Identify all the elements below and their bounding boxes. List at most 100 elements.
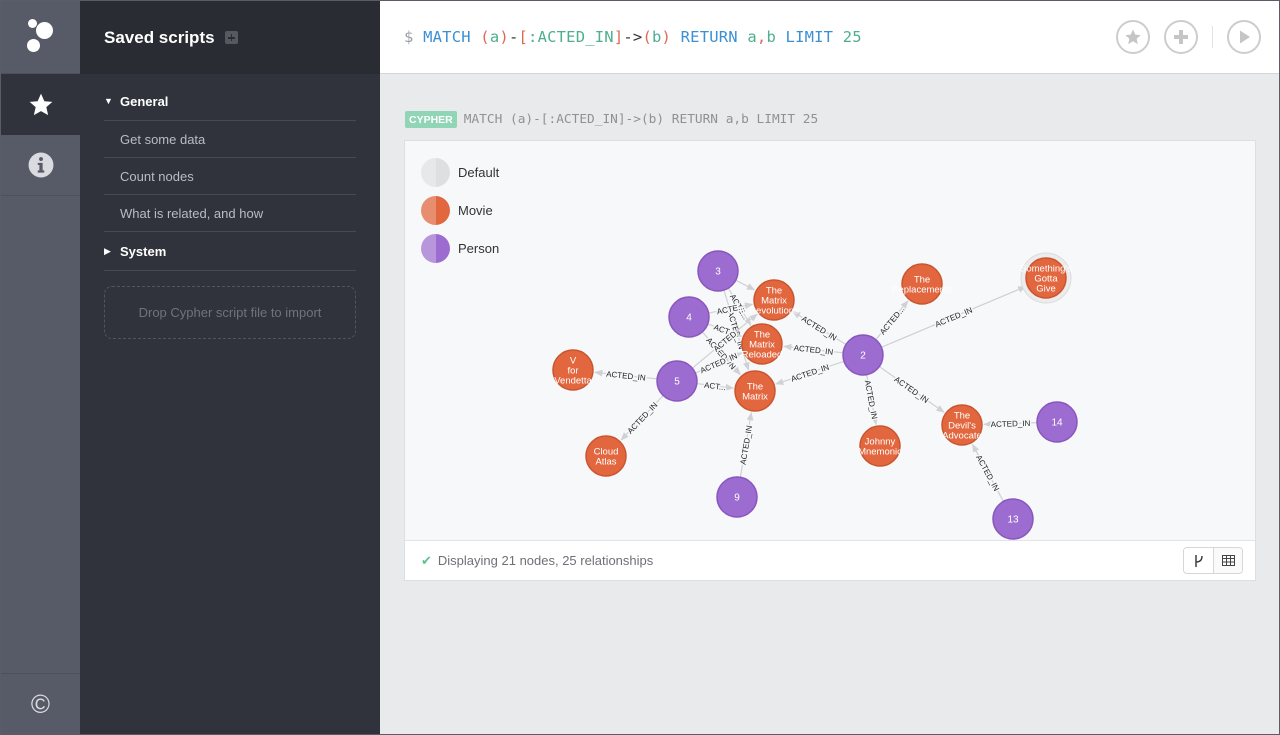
editor-query-text: MATCH (a)-[:ACTED_IN]->(b) RETURN a,b LI… bbox=[423, 28, 862, 46]
query-token: [ bbox=[518, 28, 529, 46]
relationship-label: ACTED_IN bbox=[934, 305, 974, 329]
saved-script-item[interactable]: Count nodes bbox=[104, 158, 356, 195]
node-caption: 5 bbox=[674, 377, 680, 388]
relationship-label: ACT... bbox=[704, 381, 727, 393]
legend-item-person[interactable]: Person bbox=[421, 233, 499, 263]
node-caption: 2 bbox=[860, 351, 866, 362]
node-caption: Matrix bbox=[742, 392, 768, 403]
movie-node[interactable]: VforVendetta bbox=[552, 349, 594, 391]
movie-node[interactable]: TheReplacements bbox=[892, 263, 953, 305]
node-caption: 14 bbox=[1051, 418, 1063, 429]
add-folder-icon[interactable] bbox=[224, 31, 238, 44]
movie-node[interactable]: JohnnyMnemonic bbox=[858, 425, 902, 467]
movie-node[interactable]: TheDevil'sAdvocate bbox=[941, 404, 983, 446]
person-node[interactable]: 4 bbox=[668, 296, 710, 338]
relationship-label: ACTED_IN bbox=[626, 400, 660, 435]
node-caption: 4 bbox=[686, 313, 692, 324]
saved-script-item[interactable]: Get some data bbox=[104, 121, 356, 158]
saved-scripts-drawer: Saved scripts ▼ General Get some data Count… bbox=[80, 1, 380, 734]
movie-node[interactable]: TheMatrixRevolutions bbox=[749, 279, 799, 321]
query-token: b bbox=[652, 28, 662, 46]
check-icon: ✔ bbox=[421, 552, 432, 568]
node-caption: Atlas bbox=[595, 457, 616, 468]
info-icon bbox=[28, 152, 53, 178]
drawer-header: Saved scripts bbox=[80, 1, 380, 74]
query-token: ) bbox=[661, 28, 672, 46]
query-token: -> bbox=[623, 28, 643, 46]
status-text: Displaying 21 nodes, 25 relationships bbox=[437, 553, 654, 568]
favorite-button[interactable] bbox=[1116, 20, 1150, 54]
status-bar: ✔ Displaying 21 nodes, 25 relationships bbox=[405, 541, 1255, 580]
query-editor-bar: $ MATCH (a)-[:ACTED_IN]->(b) RETURN a,b … bbox=[380, 1, 1279, 74]
person-node[interactable]: 14 bbox=[1036, 401, 1078, 443]
relationship-edge[interactable] bbox=[735, 279, 756, 291]
node-caption: Replacements bbox=[892, 285, 953, 296]
folder-system: ▶ System bbox=[104, 232, 356, 271]
query-token: 25 bbox=[842, 28, 862, 46]
node-caption: 3 bbox=[715, 267, 721, 278]
query-token: RETURN bbox=[671, 28, 748, 46]
graph-view-icon bbox=[1194, 554, 1203, 567]
legend-item-default[interactable]: Default bbox=[421, 157, 499, 187]
node-caption: Mnemonic bbox=[858, 447, 902, 458]
query-token: a bbox=[489, 28, 500, 46]
query-token: MATCH bbox=[423, 28, 481, 46]
relationship-label: ACTED_IN bbox=[790, 363, 831, 384]
query-token: ( bbox=[642, 28, 652, 46]
neo4j-logo-icon[interactable] bbox=[1, 1, 80, 74]
star-icon bbox=[29, 93, 52, 115]
node-caption: Revolutions bbox=[749, 306, 799, 317]
node-caption: Vendetta bbox=[554, 376, 592, 387]
star-icon bbox=[1125, 29, 1141, 45]
movie-node[interactable]: Something'sGottaGive bbox=[1020, 252, 1072, 304]
query-token: ( bbox=[480, 28, 490, 46]
node-caption: Give bbox=[1036, 284, 1056, 295]
editor-prompt: $ bbox=[404, 28, 414, 46]
frame-title[interactable]: CYPHER MATCH (a)-[:ACTED_IN]->(b) RETURN… bbox=[405, 111, 818, 128]
legend-item-movie[interactable]: Movie bbox=[421, 195, 499, 225]
relationship-label: ACTED_IN bbox=[974, 454, 1001, 493]
sidebar-item-favorites[interactable] bbox=[1, 74, 80, 135]
person-node[interactable]: 13 bbox=[992, 498, 1034, 540]
graph-canvas[interactable]: ACTE...ACTED_INACTE...ACT...ACTED_INACTE… bbox=[405, 141, 1255, 541]
query-token: :ACTED_IN bbox=[528, 28, 614, 46]
legend-swatch bbox=[421, 233, 450, 263]
person-node[interactable]: 9 bbox=[716, 476, 758, 518]
table-view-button[interactable] bbox=[1213, 548, 1242, 573]
folder-label: General bbox=[120, 93, 169, 109]
run-button[interactable] bbox=[1227, 20, 1261, 54]
saved-script-item[interactable]: What is related, and how bbox=[104, 195, 356, 232]
relationship-label: ACTED_IN bbox=[739, 425, 755, 466]
add-button[interactable] bbox=[1164, 20, 1198, 54]
folder-general: ▼ General Get some data Count nodes What is … bbox=[104, 82, 356, 232]
frame-query[interactable]: MATCH (a)-[:ACTED_IN]->(b) RETURN a,b LI… bbox=[464, 112, 818, 127]
graph-view-button[interactable] bbox=[1184, 548, 1213, 573]
view-toggle bbox=[1183, 547, 1243, 574]
folder-header[interactable]: ▼ General bbox=[104, 82, 356, 121]
neo4j-browser-window: © Saved scripts ▼ General Get some data Cou… bbox=[0, 0, 1280, 735]
query-editor-input[interactable]: $ MATCH (a)-[:ACTED_IN]->(b) RETURN a,b … bbox=[380, 28, 1116, 46]
movie-node[interactable]: TheMatrixReloaded bbox=[741, 323, 783, 365]
person-node[interactable]: 5 bbox=[656, 360, 698, 402]
legend-label: Movie bbox=[458, 202, 493, 218]
legend-label: Default bbox=[458, 164, 500, 180]
movie-node[interactable]: TheMatrix bbox=[734, 370, 776, 412]
folder-header[interactable]: ▶ System bbox=[104, 232, 356, 271]
graph-legend: Default Movie Person bbox=[421, 157, 499, 271]
query-token: a bbox=[747, 28, 757, 46]
graph-visualization[interactable]: ACTE... ACTED_IN ACTE... ACT... ACTED_IN ACTE… bbox=[405, 141, 1255, 541]
legend-swatch bbox=[421, 195, 450, 225]
query-token: LIMIT bbox=[776, 28, 843, 46]
cypher-badge: CYPHER bbox=[405, 111, 457, 128]
caret-right-icon: ▶ bbox=[104, 245, 111, 256]
copyright-icon[interactable]: © bbox=[1, 673, 80, 734]
person-node[interactable]: 2 bbox=[842, 334, 884, 376]
relationship-label: ACTED_IN bbox=[863, 379, 879, 420]
movie-node[interactable]: CloudAtlas bbox=[585, 435, 627, 477]
query-token: ] bbox=[613, 28, 624, 46]
script-dropzone[interactable]: Drop Cypher script file to import bbox=[104, 286, 356, 339]
play-icon bbox=[1240, 30, 1250, 44]
person-node[interactable]: 3 bbox=[697, 250, 739, 292]
sidebar-item-info[interactable] bbox=[1, 135, 80, 196]
result-frame: ACTE... ACTED_IN ACTE... ACT... ACTED_IN ACTE… bbox=[404, 140, 1256, 581]
